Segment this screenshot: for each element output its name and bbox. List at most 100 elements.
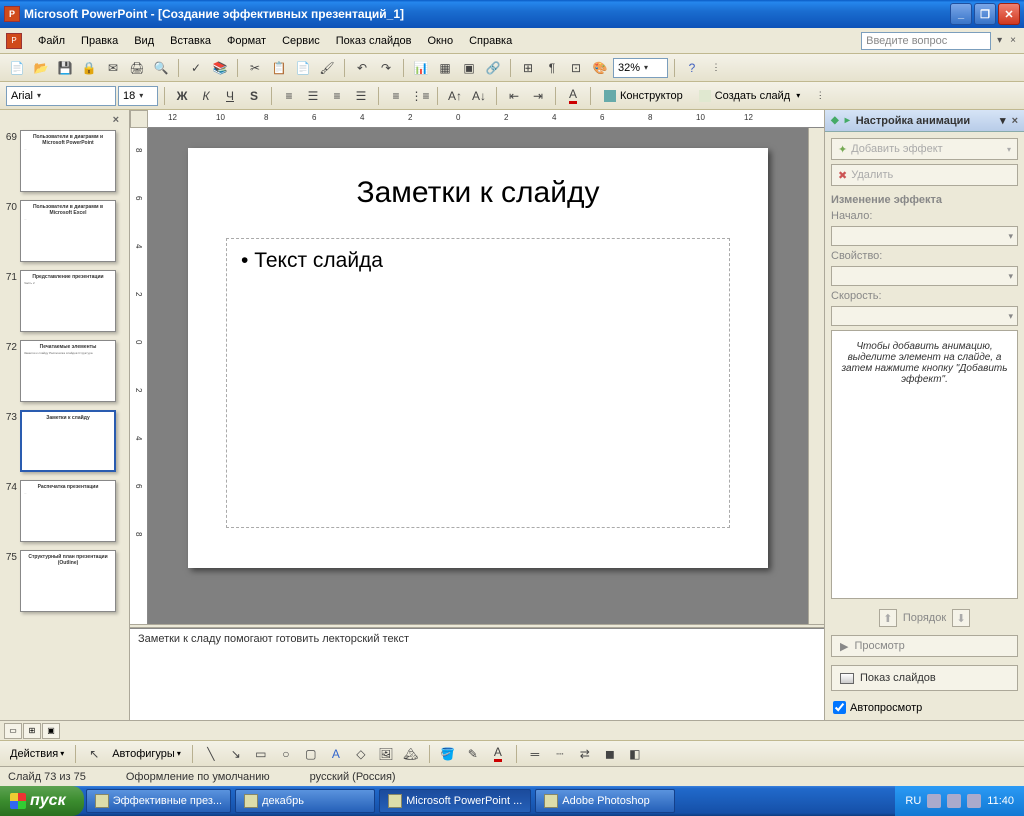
preview-button[interactable]: ▶ Просмотр xyxy=(831,635,1018,657)
slide-thumbnail[interactable]: Пользователи в диаграмм в Microsoft Exce… xyxy=(20,200,116,262)
vertical-ruler[interactable]: 864202468 xyxy=(130,128,148,624)
horizontal-ruler[interactable]: 12108642024681012 xyxy=(148,110,824,128)
slide[interactable]: Заметки к слайду Текст слайда xyxy=(188,148,768,568)
align-left-button[interactable]: ≡ xyxy=(278,85,300,107)
bold-button[interactable]: Ж xyxy=(171,85,193,107)
taskbar-item[interactable]: Microsoft PowerPoint ... xyxy=(379,789,531,813)
3d-style-button[interactable]: ◧ xyxy=(624,743,646,765)
slide-thumbnail[interactable]: Структурный план презентации (Outline) xyxy=(20,550,116,612)
save-button[interactable]: 💾 xyxy=(54,57,76,79)
decrease-indent-button[interactable]: ⇤ xyxy=(503,85,525,107)
menu-tools[interactable]: Сервис xyxy=(274,33,328,49)
thumbnail-row[interactable]: 74 Распечатка презентации ... xyxy=(2,480,127,542)
select-objects-button[interactable]: ↖ xyxy=(83,743,105,765)
sorter-view-button[interactable]: ⊞ xyxy=(23,723,41,739)
grid-button[interactable]: ⊡ xyxy=(565,57,587,79)
tray-lang[interactable]: RU xyxy=(905,795,921,807)
italic-button[interactable]: К xyxy=(195,85,217,107)
slide-thumbnail[interactable]: Распечатка презентации ... xyxy=(20,480,116,542)
research-button[interactable]: 📚 xyxy=(209,57,231,79)
underline-button[interactable]: Ч xyxy=(219,85,241,107)
dash-style-button[interactable]: ┈ xyxy=(549,743,571,765)
menu-help[interactable]: Справка xyxy=(461,33,520,49)
thumbnail-row[interactable]: 71 Представление презентации Часть 2 xyxy=(2,270,127,332)
arrow-style-button[interactable]: ⇄ xyxy=(574,743,596,765)
toolbar-options-icon[interactable]: ⋮ xyxy=(705,57,727,79)
copy-button[interactable]: 📋 xyxy=(268,57,290,79)
cut-button[interactable]: ✂ xyxy=(244,57,266,79)
align-right-button[interactable]: ≡ xyxy=(326,85,348,107)
help-search-input[interactable] xyxy=(861,32,991,50)
document-control-icon[interactable]: P xyxy=(6,33,22,49)
tray-icon[interactable] xyxy=(947,794,961,808)
slide-thumbnail[interactable]: Представление презентации Часть 2 xyxy=(20,270,116,332)
slide-thumbnail[interactable]: Печатаемые элементы Заметки к слайду Рас… xyxy=(20,340,116,402)
new-button[interactable]: 📄 xyxy=(6,57,28,79)
menu-format[interactable]: Формат xyxy=(219,33,274,49)
font-color-draw-button[interactable]: A xyxy=(487,743,509,765)
taskbar-item[interactable]: декабрь xyxy=(235,789,375,813)
picture-button[interactable]: 🏔 xyxy=(400,743,422,765)
line-color-button[interactable]: ✎ xyxy=(462,743,484,765)
oval-button[interactable]: ○ xyxy=(275,743,297,765)
textbox-button[interactable]: ▢ xyxy=(300,743,322,765)
thumbnail-row[interactable]: 70 Пользователи в диаграмм в Microsoft E… xyxy=(2,200,127,262)
thumb-panel-close-icon[interactable]: × xyxy=(2,114,127,130)
email-button[interactable]: ✉ xyxy=(102,57,124,79)
taskpane-back-icon[interactable]: ◆ xyxy=(831,115,839,126)
autopreview-checkbox-input[interactable] xyxy=(833,701,846,714)
show-formatting-button[interactable]: ¶ xyxy=(541,57,563,79)
thumbnail-row[interactable]: 69 Пользователи в диаграмм и Microsoft P… xyxy=(2,130,127,192)
print-preview-button[interactable]: 🔍 xyxy=(150,57,172,79)
line-button[interactable]: ╲ xyxy=(200,743,222,765)
clipart-button[interactable]: 🖼 xyxy=(375,743,397,765)
align-center-button[interactable]: ☰ xyxy=(302,85,324,107)
maximize-button[interactable]: ❐ xyxy=(974,3,996,25)
slide-body-placeholder[interactable]: Текст слайда xyxy=(226,238,730,528)
redo-button[interactable]: ↷ xyxy=(375,57,397,79)
vertical-scrollbar[interactable] xyxy=(808,128,824,624)
autopreview-checkbox[interactable]: Автопросмотр xyxy=(831,701,1018,714)
taskbar-item[interactable]: Эффективные през... xyxy=(86,789,231,813)
draw-actions-menu[interactable]: Действия▾ xyxy=(6,748,68,760)
align-justify-button[interactable]: ☰ xyxy=(350,85,372,107)
slide-canvas[interactable]: Заметки к слайду Текст слайда xyxy=(148,128,808,624)
new-slide-button[interactable]: Создать слайд▾ xyxy=(692,85,807,107)
insert-table-button[interactable]: ▦ xyxy=(434,57,456,79)
tables-borders-button[interactable]: ▣ xyxy=(458,57,480,79)
close-button[interactable]: ✕ xyxy=(998,3,1020,25)
tray-icon[interactable] xyxy=(927,794,941,808)
menu-file[interactable]: Файл xyxy=(30,33,73,49)
normal-view-button[interactable]: ▭ xyxy=(4,723,22,739)
font-dropdown[interactable]: Arial▾ xyxy=(6,86,116,106)
menu-view[interactable]: Вид xyxy=(126,33,162,49)
start-button[interactable]: пуск xyxy=(0,786,84,816)
menu-window[interactable]: Окно xyxy=(420,33,462,49)
taskpane-menu-icon[interactable]: ▾ xyxy=(1000,114,1006,127)
tray-clock[interactable]: 11:40 xyxy=(987,795,1014,807)
shadow-style-button[interactable]: ◼ xyxy=(599,743,621,765)
doc-close-button[interactable]: × xyxy=(1008,35,1018,46)
menu-insert[interactable]: Вставка xyxy=(162,33,219,49)
taskpane-close-icon[interactable]: × xyxy=(1012,115,1018,127)
zoom-dropdown[interactable]: 32%▾ xyxy=(613,58,668,78)
slide-thumbnail[interactable]: Заметки к слайду xyxy=(20,410,116,472)
slide-title-placeholder[interactable]: Заметки к слайду xyxy=(226,176,730,210)
help-button[interactable]: ? xyxy=(681,57,703,79)
slide-bullet-text[interactable]: Текст слайда xyxy=(241,249,715,273)
shadow-button[interactable]: S xyxy=(243,85,265,107)
thumbnail-row[interactable]: 73 Заметки к слайду xyxy=(2,410,127,472)
wordart-button[interactable]: A xyxy=(325,743,347,765)
format-painter-button[interactable]: 🖌 xyxy=(316,57,338,79)
menu-edit[interactable]: Правка xyxy=(73,33,126,49)
decrease-font-button[interactable]: A↓ xyxy=(468,85,490,107)
permission-button[interactable]: 🔒 xyxy=(78,57,100,79)
undo-button[interactable]: ↶ xyxy=(351,57,373,79)
tray-icon[interactable] xyxy=(967,794,981,808)
system-tray[interactable]: RU 11:40 xyxy=(895,786,1024,816)
numbering-button[interactable]: ≡ xyxy=(385,85,407,107)
insert-hyperlink-button[interactable]: 🔗 xyxy=(482,57,504,79)
paste-button[interactable]: 📄 xyxy=(292,57,314,79)
arrow-button[interactable]: ↘ xyxy=(225,743,247,765)
line-style-button[interactable]: ═ xyxy=(524,743,546,765)
